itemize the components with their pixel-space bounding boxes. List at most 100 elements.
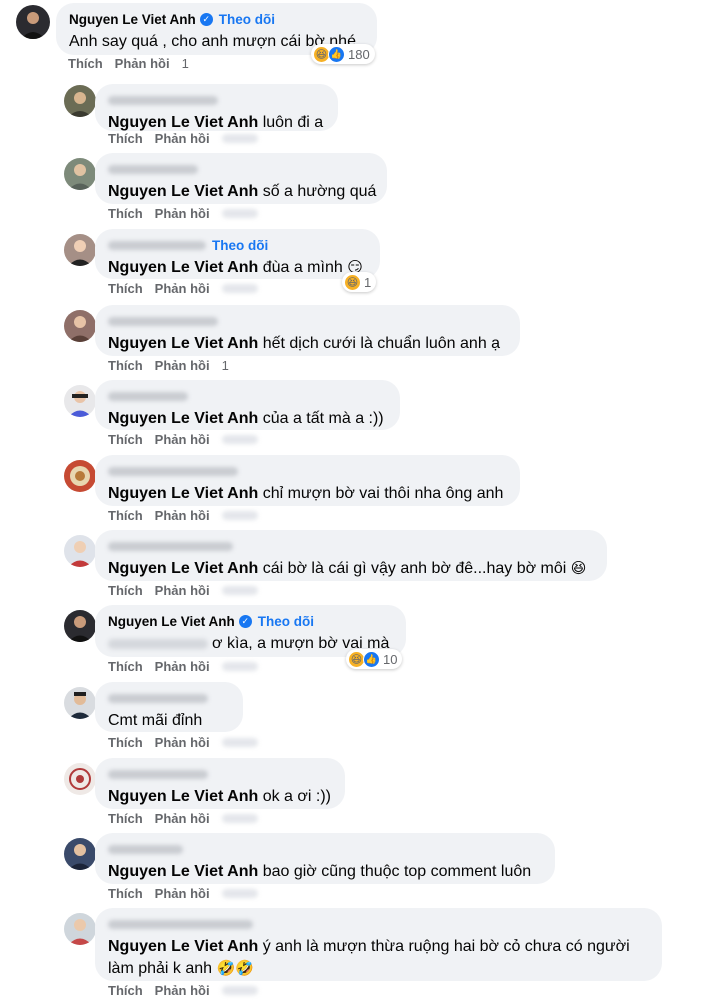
like-button[interactable]: Thích: [108, 659, 143, 674]
reply-button[interactable]: Phản hồi: [155, 432, 210, 447]
reply-button[interactable]: Phản hồi: [155, 583, 210, 598]
comment-body: của a tất mà a :)): [258, 410, 384, 427]
reply-button[interactable]: Phản hồi: [155, 358, 210, 373]
blurred-author-name: [108, 844, 183, 854]
comment-bubble: Nguyen Le Viet Anh chỉ mượn bờ vai thôi …: [95, 455, 520, 506]
blurred-author-name: [108, 919, 253, 929]
reply-comment: Theo dõi Nguyen Le Viet Anh đùa a mình 😏…: [0, 229, 705, 303]
comment-bubble: Nguyen Le Viet Anh luôn đi a: [95, 84, 338, 131]
reply-button[interactable]: Phản hồi: [155, 886, 210, 901]
avatar[interactable]: [64, 85, 96, 117]
blurred-timestamp: [221, 511, 258, 520]
haha-reaction-icon: 😆: [344, 273, 361, 291]
like-reaction-icon: 👍: [328, 45, 345, 63]
comment-text: Nguyen Le Viet Anh ý anh là mượn thừa ru…: [108, 936, 649, 957]
avatar[interactable]: [64, 535, 96, 567]
reaction-summary[interactable]: 😆 👍 180: [311, 44, 375, 64]
comment-bubble: Nguyen Le Viet Anh ý anh là mượn thừa ru…: [95, 908, 662, 981]
reply-comment: Nguyen Le Viet Anh bao giờ cũng thuộc to…: [0, 833, 705, 905]
like-button[interactable]: Thích: [108, 281, 143, 296]
reply-comment: Nguyen Le Viet Anh số a hường quá Thích …: [0, 153, 705, 225]
blurred-author-name: [108, 693, 208, 703]
avatar[interactable]: [64, 763, 96, 795]
like-button[interactable]: Thích: [68, 56, 103, 71]
like-button[interactable]: Thích: [108, 811, 143, 826]
blurred-author-name: [108, 316, 218, 326]
blurred-timestamp: [221, 986, 258, 995]
reply-button[interactable]: Phản hồi: [115, 56, 170, 71]
blurred-author-name: [108, 95, 218, 105]
reaction-summary[interactable]: 😆 1: [342, 272, 377, 292]
reply-comment: Nguyen Le Viet Anh ✓ Theo dõi ơ kìa, a m…: [0, 605, 705, 680]
comment-actions: Thích Phản hồi: [108, 131, 258, 146]
like-button[interactable]: Thích: [108, 131, 143, 146]
mention-tag[interactable]: Nguyen Le Viet Anh: [108, 259, 258, 276]
avatar[interactable]: [64, 158, 96, 190]
like-button[interactable]: Thích: [108, 432, 143, 447]
mention-tag[interactable]: Nguyen Le Viet Anh: [108, 114, 258, 131]
avatar[interactable]: [64, 460, 96, 492]
avatar[interactable]: [64, 610, 96, 642]
avatar[interactable]: [64, 913, 96, 945]
blurred-author-name: [108, 769, 208, 779]
like-reaction-icon: 👍: [363, 650, 380, 668]
reply-button[interactable]: Phản hồi: [155, 659, 210, 674]
like-button[interactable]: Thích: [108, 583, 143, 598]
comment-body: đùa a mình: [258, 259, 343, 276]
like-button[interactable]: Thích: [108, 508, 143, 523]
avatar[interactable]: [64, 310, 96, 342]
timestamp[interactable]: 1: [222, 358, 229, 373]
comment-bubble: Theo dõi Nguyen Le Viet Anh đùa a mình 😏: [95, 229, 380, 279]
avatar[interactable]: [16, 5, 50, 39]
comment-bubble: Nguyen Le Viet Anh số a hường quá: [95, 153, 387, 204]
author-name[interactable]: Nguyen Le Viet Anh: [108, 614, 235, 629]
comment-body: ok a ơi :)): [258, 788, 331, 805]
mention-tag[interactable]: Nguyen Le Viet Anh: [108, 863, 258, 880]
mention-tag[interactable]: Nguyen Le Viet Anh: [108, 410, 258, 427]
reply-comment: Nguyen Le Viet Anh hết dịch cưới là chuẩ…: [0, 305, 705, 377]
author-name[interactable]: Nguyen Le Viet Anh: [69, 12, 196, 27]
reaction-summary[interactable]: 😆 👍 10: [346, 649, 403, 669]
timestamp[interactable]: 1: [182, 56, 189, 71]
comment-bubble: Nguyen Le Viet Anh của a tất mà a :)): [95, 380, 400, 430]
reply-button[interactable]: Phản hồi: [155, 508, 210, 523]
like-button[interactable]: Thích: [108, 206, 143, 221]
reply-button[interactable]: Phản hồi: [155, 206, 210, 221]
avatar[interactable]: [64, 234, 96, 266]
blurred-author-name: [108, 391, 188, 401]
blurred-timestamp: [221, 738, 258, 747]
mention-tag[interactable]: Nguyen Le Viet Anh: [108, 938, 258, 955]
mention-tag[interactable]: Nguyen Le Viet Anh: [108, 788, 258, 805]
blurred-timestamp: [221, 586, 258, 595]
blurred-timestamp: [221, 662, 258, 671]
avatar[interactable]: [64, 687, 96, 719]
follow-link[interactable]: Theo dõi: [219, 12, 275, 27]
comment-bubble: Nguyen Le Viet Anh hết dịch cưới là chuẩ…: [95, 305, 520, 356]
follow-link[interactable]: Theo dõi: [258, 614, 314, 629]
comment-actions: Thích Phản hồi: [108, 432, 258, 447]
comment-text: Nguyen Le Viet Anh ok a ơi :)): [108, 786, 332, 807]
reply-button[interactable]: Phản hồi: [155, 735, 210, 750]
follow-link[interactable]: Theo dõi: [212, 238, 268, 253]
verified-badge-icon: ✓: [238, 614, 252, 628]
reply-button[interactable]: Phản hồi: [155, 131, 210, 146]
reply-button[interactable]: Phản hồi: [155, 811, 210, 826]
comment-actions: Thích Phản hồi: [108, 281, 258, 296]
like-button[interactable]: Thích: [108, 358, 143, 373]
like-button[interactable]: Thích: [108, 735, 143, 750]
avatar[interactable]: [64, 838, 96, 870]
mention-tag[interactable]: Nguyen Le Viet Anh: [108, 560, 258, 577]
mention-tag[interactable]: Nguyen Le Viet Anh: [108, 485, 258, 502]
reply-button[interactable]: Phản hồi: [155, 983, 210, 998]
mention-tag[interactable]: Nguyen Le Viet Anh: [108, 335, 258, 352]
like-button[interactable]: Thích: [108, 886, 143, 901]
reply-button[interactable]: Phản hồi: [155, 281, 210, 296]
comment-bubble: Nguyen Le Viet Anh bao giờ cũng thuộc to…: [95, 833, 555, 884]
like-button[interactable]: Thích: [108, 983, 143, 998]
reaction-count: 1: [364, 274, 372, 290]
reaction-count: 180: [348, 46, 370, 62]
avatar[interactable]: [64, 385, 96, 417]
comment-actions: Thích Phản hồi: [108, 886, 258, 901]
blurred-timestamp: [221, 889, 258, 898]
mention-tag[interactable]: Nguyen Le Viet Anh: [108, 183, 258, 200]
